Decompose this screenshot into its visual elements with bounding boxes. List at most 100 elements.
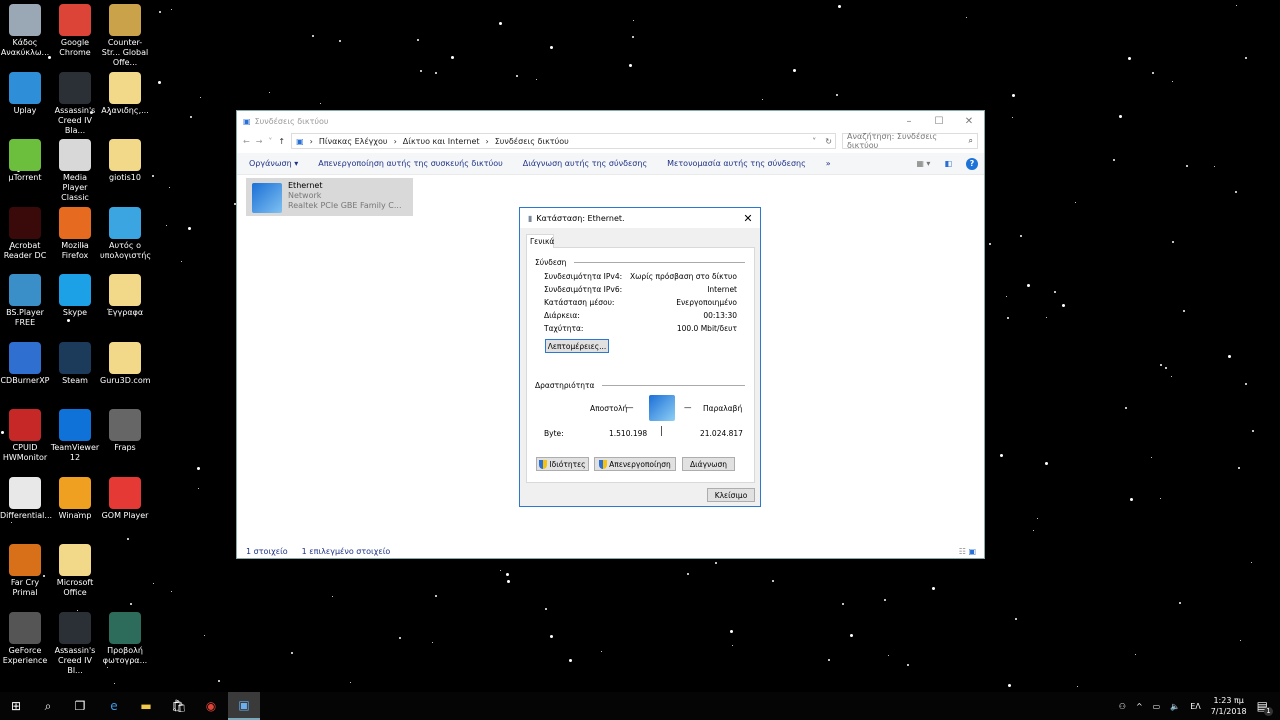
preview-pane-icon[interactable]: ◧ [944, 159, 952, 168]
desktop-icon[interactable]: CPUID HWMonitor [0, 409, 50, 463]
search-input[interactable]: Αναζήτηση: Συνδέσεις δικτύου ⌕ [842, 132, 978, 150]
clock[interactable]: 1:23 πμ 7/1/2018 [1211, 695, 1247, 717]
desktop-icon[interactable]: TeamViewer 12 [50, 409, 100, 463]
desktop-icon[interactable]: Far Cry Primal [0, 544, 50, 598]
desktop-icon[interactable]: Differential... [0, 476, 52, 521]
file-explorer-icon[interactable]: ▬ [130, 692, 162, 720]
desktop-icon[interactable]: GeForce Experience [0, 611, 50, 666]
properties-button[interactable]: Ιδιότητες [536, 457, 589, 471]
desktop-icon[interactable]: GOM Player [100, 476, 150, 521]
app-icon [59, 341, 91, 374]
help-icon[interactable]: ? [966, 157, 978, 170]
star [1032, 529, 1034, 531]
maximize-button[interactable]: ☐ [924, 116, 954, 127]
desktop-icon[interactable]: Αυτός ο υπολογιστής [100, 206, 151, 261]
desktop-icon[interactable]: µTorrent [0, 139, 50, 183]
store-icon[interactable]: 🛍 [163, 692, 195, 720]
people-icon[interactable]: ⚇ [1119, 702, 1126, 711]
network-tray-icon[interactable]: ▭ [1153, 702, 1161, 711]
desktop-icon[interactable]: Guru3D.com [100, 341, 151, 386]
star [1113, 158, 1116, 161]
diagnose-button[interactable]: Διάγνωση [682, 457, 735, 471]
close-button[interactable]: ✕ [954, 116, 984, 127]
breadcrumb-network-connections[interactable]: Συνδέσεις δικτύου [495, 137, 569, 146]
star [499, 22, 503, 26]
address-dropdown-icon[interactable]: ˅ [812, 137, 816, 146]
desktop-icon[interactable]: giotis10 [100, 139, 150, 183]
change-view-icon[interactable]: ▦ ▾ [916, 159, 930, 168]
details-view-icon[interactable]: ☷ [959, 547, 966, 556]
desktop-icon[interactable]: Microsoft Office [50, 544, 100, 598]
star [1239, 639, 1241, 641]
show-hidden-icons[interactable]: ^ [1136, 702, 1143, 711]
desktop-icon[interactable]: Steam [50, 341, 100, 386]
ethernet-connection-item[interactable]: Ethernet Network Realtek PCIe GBE Family… [246, 178, 413, 216]
minimize-button[interactable]: – [894, 116, 924, 127]
app-icon [109, 409, 141, 441]
star [1007, 683, 1011, 687]
desktop-icon[interactable]: Έγγραφα [100, 274, 150, 318]
desktop-icon[interactable]: Google Chrome [50, 4, 100, 58]
desktop-icon[interactable]: Acrobat Reader DC [0, 206, 50, 261]
general-panel: Σύνδεση Συνδεσιμότητα IPv4: Χωρίς πρόσβασ… [526, 247, 755, 483]
desktop-icon[interactable]: Assassin's Creed IV Bl... [50, 611, 100, 676]
breadcrumb-network-internet[interactable]: Δίκτυο και Internet [403, 137, 480, 146]
language-indicator[interactable]: ΕΛ [1190, 702, 1201, 711]
tab-general[interactable]: Γενικά [526, 234, 554, 248]
desktop-icon[interactable]: BS.Player FREE [0, 274, 50, 328]
forward-button[interactable]: → [256, 137, 263, 146]
app-icon [59, 274, 91, 306]
desktop-icon[interactable]: Αλανιδης,... [100, 71, 150, 116]
search-button[interactable]: ⌕ [32, 692, 64, 720]
app-icon [9, 544, 41, 576]
organize-menu[interactable]: Οργάνωση ▾ [249, 159, 298, 168]
details-button[interactable]: Λεπτομέρειες... [545, 339, 609, 353]
desktop-icon[interactable]: Assassin's Creed IV Bla... [50, 71, 100, 136]
desktop-icon[interactable]: CDBurnerXP [0, 341, 50, 386]
desktop-icon[interactable]: Mozilla Firefox [50, 206, 100, 261]
recent-locations-button[interactable]: ˅ [268, 137, 272, 146]
desktop-icon-label: GeForce Experience [2, 645, 48, 665]
diagnose-command[interactable]: Διάγνωση αυτής της σύνδεσης [523, 159, 647, 168]
desktop-icon[interactable]: Counter-Str... Global Offe... [100, 4, 150, 68]
desktop-icon[interactable]: Κάδος Ανακύκλω... [0, 4, 50, 58]
desktop-icon[interactable]: Skype [50, 274, 100, 318]
close-dialog-button[interactable]: Κλείσιμο [707, 488, 755, 502]
star [67, 319, 71, 323]
star [107, 666, 109, 668]
desktop-icon-label: Steam [62, 375, 88, 385]
disable-button[interactable]: Απενεργοποίηση [594, 457, 676, 471]
back-button[interactable]: ← [243, 137, 250, 146]
task-view-button[interactable]: ❐ [64, 692, 96, 720]
edge-icon[interactable]: e [98, 692, 130, 720]
address-bar[interactable]: ▣ › Πίνακας Ελέγχου › Δίκτυο και Internet … [291, 133, 836, 149]
refresh-icon[interactable]: ↻ [822, 137, 835, 146]
action-center-icon[interactable]: ▤ 1 [1257, 699, 1273, 716]
desktop-icon[interactable]: Προβολή φωτογρα... [100, 611, 150, 666]
chrome-icon[interactable]: ◉ [195, 692, 227, 720]
star [181, 260, 183, 262]
up-button[interactable]: ↑ [278, 137, 285, 146]
desktop-icon[interactable]: Winamp [50, 476, 100, 521]
volume-icon[interactable]: 🔈 [1170, 702, 1180, 711]
breadcrumb-control-panel[interactable]: Πίνακας Ελέγχου [319, 137, 388, 146]
desktop-icon-label: Far Cry Primal [10, 578, 40, 597]
desktop-icon-label: BS.Player FREE [6, 308, 44, 327]
more-commands-button[interactable]: » [826, 159, 831, 168]
disable-device-command[interactable]: Απενεργοποίηση αυτής της συσκευής δικτύο… [318, 159, 502, 168]
star [331, 596, 333, 598]
rename-command[interactable]: Μετονομασία αυτής της σύνδεσης [667, 159, 806, 168]
desktop-icon[interactable]: Uplay [0, 71, 50, 116]
network-connections-taskbar-icon[interactable]: ▣ [228, 692, 260, 720]
taskbar: ⊞ ⌕ ❐ e ▬ 🛍 ◉ ▣ ⚇ ^ ▭ 🔈 ΕΛ 1:23 πμ 7/1/20… [0, 692, 1280, 720]
star [550, 46, 554, 50]
desktop-icon[interactable]: Media Player Classic [50, 139, 100, 203]
large-icons-view-icon[interactable]: ▣ [968, 547, 976, 556]
star [311, 35, 314, 38]
star [129, 602, 132, 605]
app-icon [59, 206, 91, 239]
start-button[interactable]: ⊞ [0, 692, 32, 720]
desktop-icon[interactable]: Fraps [100, 409, 150, 453]
app-icon [109, 139, 141, 171]
dialog-close-icon[interactable]: ✕ [736, 212, 760, 225]
